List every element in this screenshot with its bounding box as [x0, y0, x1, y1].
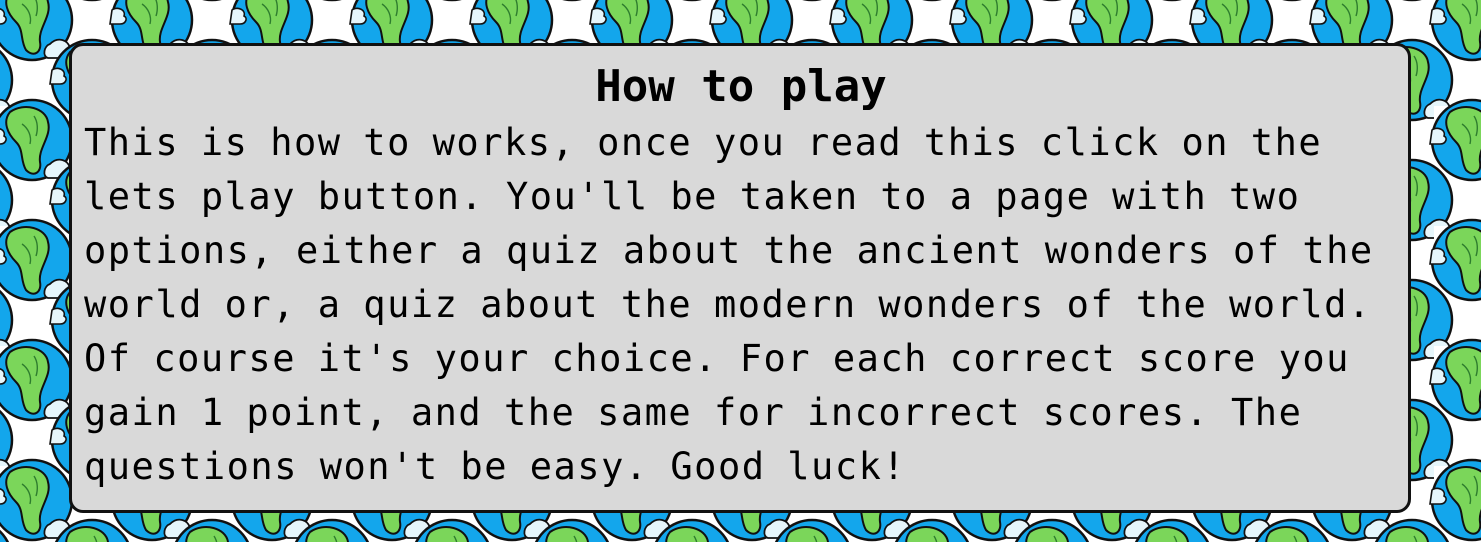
panel-title: How to play: [595, 61, 887, 112]
instructions-text: This is how to works, once you read this…: [84, 121, 1374, 488]
how-to-play-panel: How to play This is how to works, once y…: [69, 43, 1411, 513]
